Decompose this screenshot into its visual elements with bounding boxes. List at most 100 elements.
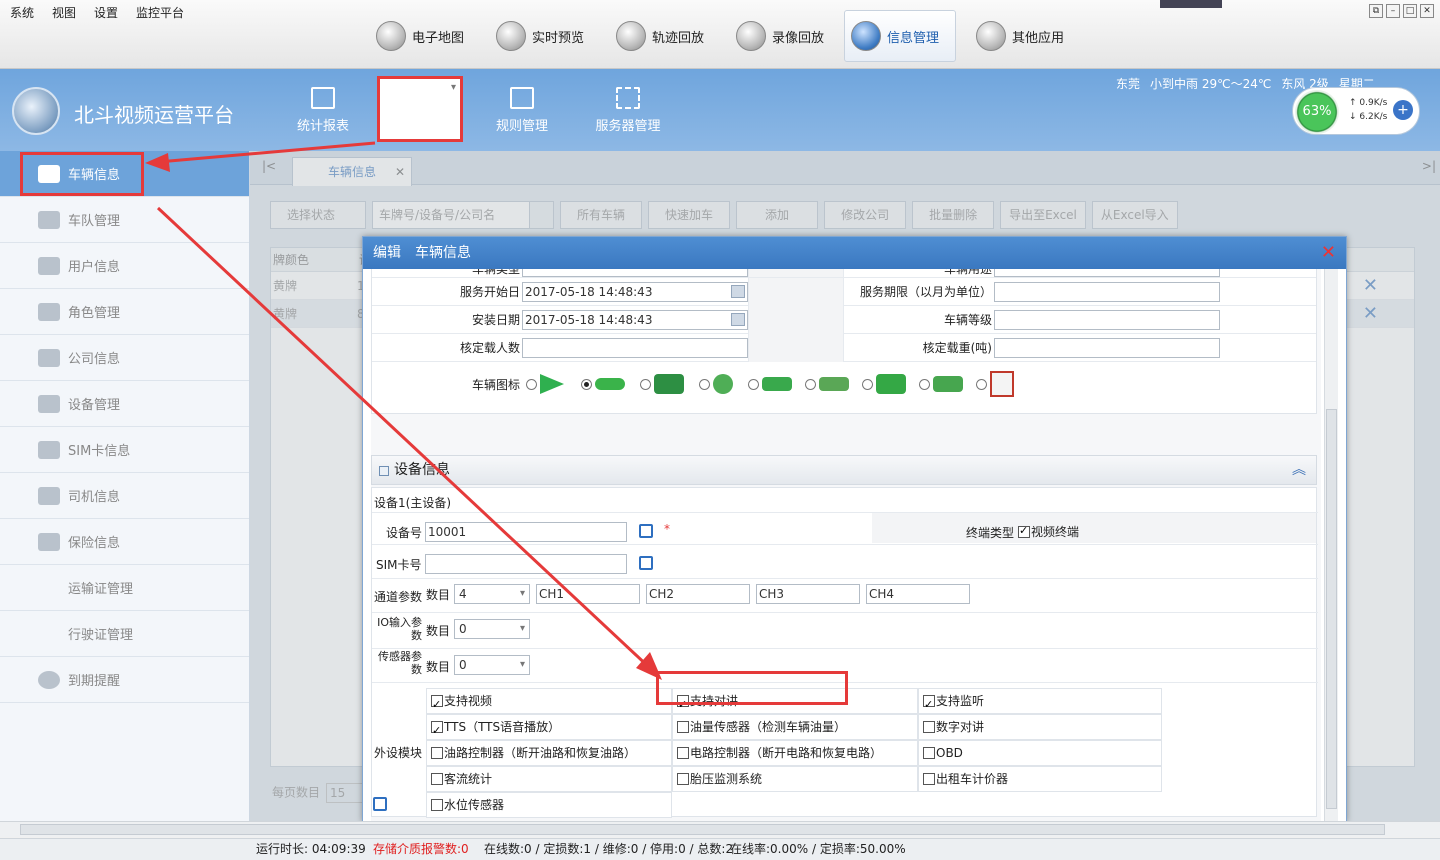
- icon-radio[interactable]: [862, 378, 873, 390]
- io-count-select[interactable]: 0: [454, 619, 530, 639]
- icon-radio[interactable]: [640, 378, 651, 390]
- calendar-icon[interactable]: [731, 284, 745, 298]
- close-icon[interactable]: ✕: [1321, 242, 1336, 263]
- sidebar-item-insurance[interactable]: 保险信息: [0, 519, 249, 565]
- vehicle-type-input[interactable]: [522, 269, 748, 277]
- sidebar-item-devices[interactable]: 设备管理: [0, 381, 249, 427]
- form-row: 服务开始日 2017-05-18 14:48:43 服务期限（以月为单位）: [372, 277, 1316, 306]
- close-icon[interactable]: ✕: [1420, 4, 1434, 18]
- minimize-icon[interactable]: –: [1386, 4, 1400, 18]
- menu-monitor-platform[interactable]: 监控平台: [136, 4, 184, 21]
- module-video-playback[interactable]: 录像回放: [730, 10, 830, 62]
- peripheral-option[interactable]: 数字对讲: [918, 714, 1162, 740]
- terminal-option[interactable]: 视频终端: [1018, 523, 1079, 540]
- channel-2-input[interactable]: CH2: [646, 584, 750, 604]
- copy-icon[interactable]: [639, 524, 653, 538]
- calendar-icon[interactable]: [731, 312, 745, 326]
- peripheral-option[interactable]: 支持监听: [918, 688, 1162, 717]
- menu-view[interactable]: 视图: [52, 4, 76, 21]
- maximize-icon[interactable]: □: [1403, 4, 1417, 18]
- sidebar-item-roles[interactable]: 角色管理: [0, 289, 249, 335]
- nav-statistics[interactable]: 统计报表: [278, 79, 368, 141]
- sidebar-item-company[interactable]: 公司信息: [0, 335, 249, 381]
- icon-radio[interactable]: [805, 378, 816, 390]
- restore-icon[interactable]: ⧉: [1369, 4, 1383, 18]
- sidebar-item-transport-permit[interactable]: 运输证管理: [0, 565, 249, 611]
- peripheral-option[interactable]: 支持视频: [426, 688, 672, 717]
- scrollbar-thumb[interactable]: [20, 824, 1385, 835]
- module-live-preview[interactable]: 实时预览: [490, 10, 590, 62]
- icon-radio[interactable]: [699, 378, 710, 390]
- peripheral-label: 数字对讲: [936, 720, 985, 734]
- peripheral-checkbox[interactable]: [677, 773, 689, 785]
- sidebar-item-expiry-reminder[interactable]: 到期提醒: [0, 657, 249, 703]
- nav-server[interactable]: 服务器管理: [583, 79, 673, 141]
- vehicle-grade-input[interactable]: [994, 309, 1220, 330]
- channel-count-select[interactable]: 4: [454, 584, 530, 604]
- peripheral-checkbox[interactable]: [431, 799, 443, 811]
- device-table: 设备1(主设备) 设备号 10001 * 终端类型 视频终端 SIM卡号 通道参…: [371, 487, 1318, 818]
- peripheral-checkbox[interactable]: [923, 773, 935, 785]
- icon-radio[interactable]: [976, 378, 987, 390]
- install-date-input[interactable]: 2017-05-18 14:48:43: [522, 309, 748, 330]
- copy-icon[interactable]: [373, 797, 387, 811]
- devno-input[interactable]: 10001: [425, 522, 627, 542]
- peripheral-option[interactable]: TTS（TTS语音播放）: [426, 714, 672, 743]
- shield-icon: [38, 532, 60, 551]
- service-period-input[interactable]: [994, 281, 1220, 302]
- icon-radio[interactable]: [919, 378, 930, 390]
- peripheral-checkbox[interactable]: [677, 747, 689, 759]
- icon-radio[interactable]: [581, 378, 592, 390]
- sidebar-item-fleet[interactable]: 车队管理: [0, 197, 249, 243]
- collapse-icon[interactable]: ︽: [1292, 456, 1306, 484]
- dialog-scrollbar[interactable]: [1324, 269, 1338, 823]
- peripheral-label: 胎压监测系统: [690, 772, 763, 786]
- sidebar-item-driving-license[interactable]: 行驶证管理: [0, 611, 249, 657]
- vehicle-use-input[interactable]: [994, 269, 1220, 277]
- peripheral-option[interactable]: 胎压监测系统: [672, 766, 918, 792]
- peripheral-checkbox[interactable]: [677, 721, 689, 733]
- icon-radio[interactable]: [526, 378, 537, 390]
- peripheral-checkbox[interactable]: [431, 773, 443, 785]
- peripheral-option[interactable]: 出租车计价器: [918, 766, 1162, 792]
- peripheral-option[interactable]: 客流统计: [426, 766, 672, 792]
- peripheral-option[interactable]: 电路控制器（断开电路和恢复电路）: [672, 740, 918, 766]
- module-electronic-map[interactable]: 电子地图: [370, 10, 470, 62]
- channel-3-input[interactable]: CH3: [756, 584, 860, 604]
- peripheral-checkbox[interactable]: [431, 693, 443, 717]
- peripheral-checkbox[interactable]: [923, 693, 935, 717]
- peripheral-checkbox[interactable]: [431, 747, 443, 759]
- terminal-checkbox[interactable]: [1018, 524, 1030, 538]
- nav-rules[interactable]: 规则管理: [477, 79, 567, 141]
- peripheral-checkbox[interactable]: [923, 721, 935, 733]
- plus-icon[interactable]: +: [1393, 100, 1413, 120]
- sim-input[interactable]: [425, 554, 627, 574]
- menu-system[interactable]: 系统: [10, 4, 34, 21]
- icon-radio[interactable]: [748, 378, 759, 390]
- channel-1-input[interactable]: CH1: [536, 584, 640, 604]
- nav-operations[interactable]: 运营管理: [377, 76, 463, 142]
- module-info-management[interactable]: 信息管理: [844, 10, 956, 62]
- horizontal-scrollbar[interactable]: [0, 821, 1440, 837]
- module-track-playback[interactable]: 轨迹回放: [610, 10, 710, 62]
- peripheral-option[interactable]: 水位传感器: [426, 792, 672, 818]
- peripheral-option[interactable]: 油路控制器（断开油路和恢复油路）: [426, 740, 672, 766]
- peripheral-option[interactable]: OBD: [918, 740, 1162, 766]
- load-input[interactable]: [994, 337, 1220, 358]
- sensor-count-select[interactable]: 0: [454, 655, 530, 675]
- module-other-apps[interactable]: 其他应用: [970, 10, 1070, 62]
- passengers-input[interactable]: [522, 337, 748, 358]
- menu-settings[interactable]: 设置: [94, 4, 118, 21]
- copy-icon[interactable]: [639, 556, 653, 570]
- peripheral-checkbox[interactable]: [431, 719, 443, 743]
- device-section-header[interactable]: 设备信息 ︽: [371, 455, 1317, 485]
- sidebar-item-users[interactable]: 用户信息: [0, 243, 249, 289]
- peripheral-option[interactable]: 油量传感器（检测车辆油量）: [672, 714, 918, 740]
- sidebar-item-drivers[interactable]: 司机信息: [0, 473, 249, 519]
- channel-4-input[interactable]: CH4: [866, 584, 970, 604]
- peripheral-checkbox[interactable]: [923, 747, 935, 759]
- scrollbar-thumb[interactable]: [1326, 409, 1337, 809]
- service-start-input[interactable]: 2017-05-18 14:48:43: [522, 281, 748, 302]
- sidebar-item-vehicles[interactable]: 车辆信息: [0, 151, 249, 197]
- sidebar-item-sim[interactable]: SIM卡信息: [0, 427, 249, 473]
